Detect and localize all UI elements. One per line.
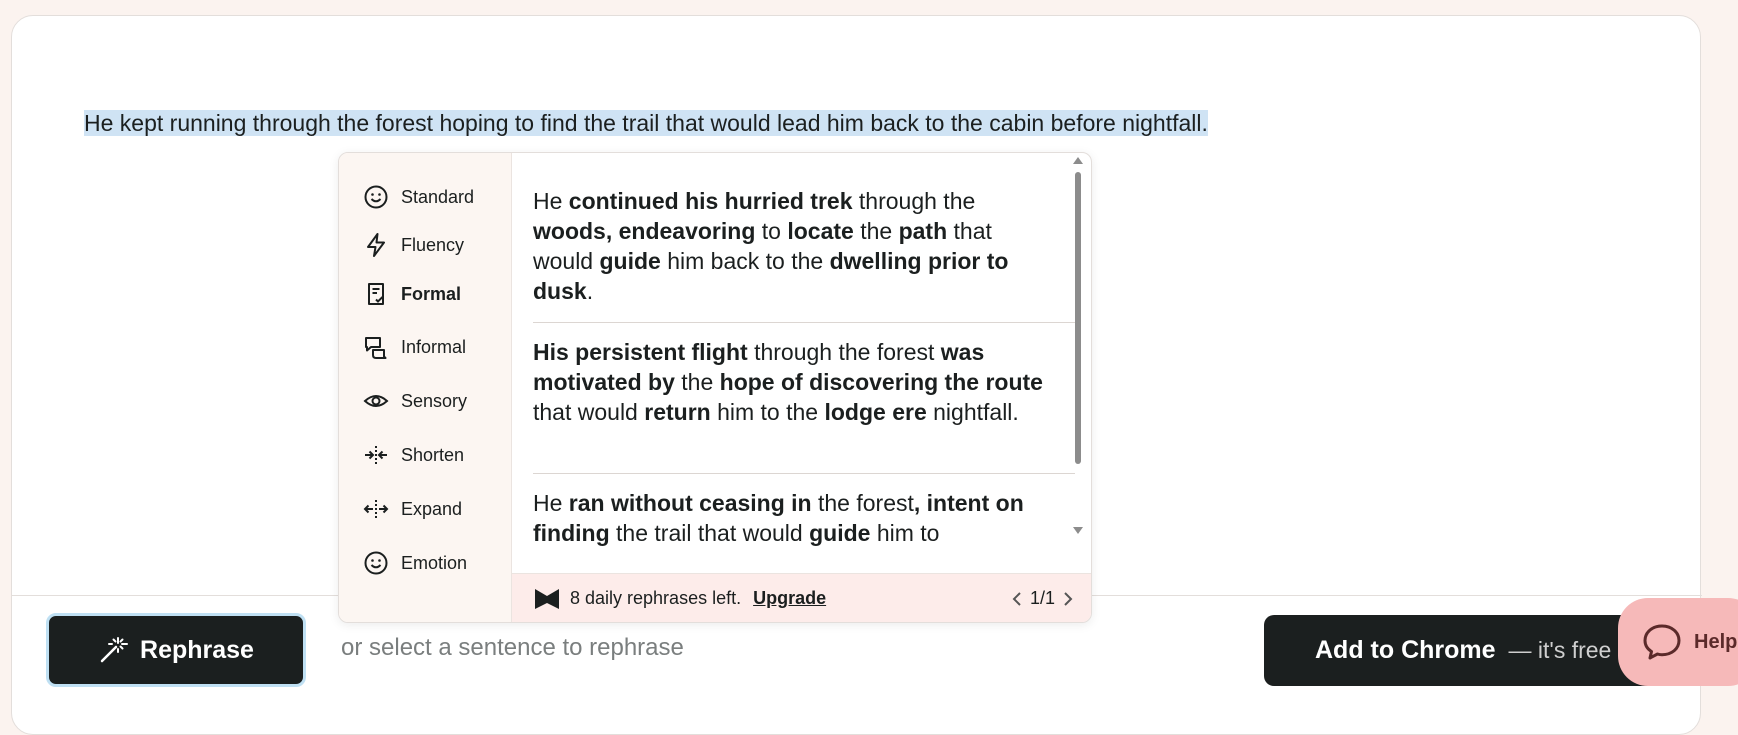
pager: 1/1	[1012, 588, 1073, 609]
chevron-left-icon[interactable]	[1012, 591, 1022, 607]
mode-list: Standard Fluency Formal Informal Sensory…	[339, 153, 512, 622]
lightning-icon	[367, 233, 385, 257]
mode-informal[interactable]: Informal	[363, 332, 466, 362]
mode-label: Sensory	[401, 390, 468, 411]
changed-phrase: hope of discovering the route	[719, 369, 1043, 395]
chat-bubbles-icon	[365, 337, 387, 359]
eye-icon	[363, 395, 389, 407]
mode-standard[interactable]: Standard	[363, 182, 474, 212]
rephrase-button-label: Rephrase	[140, 635, 254, 664]
changed-phrase: path	[898, 218, 948, 244]
result-option-3[interactable]: He ran without ceasing in the forest, in…	[533, 488, 1053, 548]
mode-emotion[interactable]: Emotion	[363, 548, 467, 578]
chrome-button-label: Add to Chrome	[1315, 636, 1496, 664]
unchanged-phrase: through the forest	[747, 339, 941, 365]
expand-arrows-icon	[363, 500, 389, 518]
brand-logo-icon	[535, 588, 559, 609]
mode-expand[interactable]: Expand	[363, 494, 462, 524]
unchanged-phrase: to	[755, 218, 788, 244]
changed-phrase: guide	[809, 520, 871, 546]
result-divider	[533, 473, 1075, 474]
chevron-right-icon[interactable]	[1063, 591, 1073, 607]
unchanged-phrase: He	[533, 490, 569, 516]
mode-label: Expand	[401, 498, 463, 519]
mode-sensory[interactable]: Sensory	[363, 386, 467, 416]
unchanged-phrase: the	[674, 369, 720, 395]
result-option-1[interactable]: He continued his hurried trek through th…	[533, 186, 1053, 306]
unchanged-phrase: the	[853, 218, 899, 244]
mode-label: Formal	[401, 283, 462, 304]
unchanged-phrase: through the	[852, 188, 976, 214]
remaining-count: 8 daily rephrases left.	[570, 588, 742, 608]
changed-phrase: lodge ere	[824, 399, 927, 425]
unchanged-phrase: him to	[870, 520, 940, 546]
changed-phrase: His persistent flight	[533, 339, 748, 365]
unchanged-phrase: him back to the	[660, 248, 830, 274]
scroll-down-arrow[interactable]	[1073, 527, 1083, 534]
mode-label: Standard	[401, 186, 475, 207]
hint-text: or select a sentence to rephrase	[341, 634, 684, 661]
unchanged-phrase: nightfall.	[926, 399, 1019, 425]
changed-phrase: ran without ceasing in	[568, 490, 812, 516]
changed-phrase: continued his hurried trek	[568, 188, 853, 214]
upgrade-link[interactable]: Upgrade	[753, 588, 826, 609]
changed-phrase: guide	[599, 248, 661, 274]
unchanged-phrase: .	[586, 278, 594, 304]
mode-fluency[interactable]: Fluency	[363, 230, 464, 260]
chat-bubble-icon	[1643, 624, 1681, 660]
unchanged-phrase: the trail that would	[609, 520, 810, 546]
scrollbar-thumb[interactable]	[1075, 172, 1081, 464]
source-sentence[interactable]: He kept running through the forest hopin…	[84, 108, 1208, 138]
unchanged-phrase: the forest	[811, 490, 914, 516]
mode-label: Fluency	[401, 234, 465, 255]
results-list: He continued his hurried trek through th…	[512, 153, 1091, 573]
mode-label: Shorten	[401, 444, 465, 465]
mode-label: Emotion	[401, 552, 468, 573]
chrome-button-sublabel: — it's free	[1508, 637, 1612, 663]
smile-icon	[364, 551, 388, 575]
unchanged-phrase: that would	[533, 399, 645, 425]
rephrase-button[interactable]: Rephrase	[46, 613, 306, 687]
rephrase-popup: Standard Fluency Formal Informal Sensory…	[338, 152, 1092, 623]
shorten-arrows-icon	[365, 446, 387, 464]
scroll-up-arrow[interactable]	[1073, 157, 1083, 164]
magic-wand-icon	[100, 637, 129, 663]
help-button[interactable]: Help	[1618, 598, 1738, 686]
mode-shorten[interactable]: Shorten	[363, 440, 464, 470]
page-indicator: 1/1	[1029, 588, 1055, 608]
changed-phrase: locate	[787, 218, 854, 244]
unchanged-phrase: him to the	[710, 399, 825, 425]
mode-formal[interactable]: Formal	[363, 279, 461, 309]
document-check-icon	[368, 283, 384, 305]
result-option-2[interactable]: His persistent flight through the forest…	[533, 337, 1053, 427]
mode-label: Informal	[401, 336, 467, 357]
changed-phrase: woods, endeavoring	[533, 218, 756, 244]
help-label: Help	[1694, 630, 1738, 653]
changed-phrase: return	[644, 399, 711, 425]
smile-icon	[364, 185, 388, 209]
result-divider	[533, 322, 1075, 323]
unchanged-phrase: He	[533, 188, 569, 214]
popup-footer: 8 daily rephrases left. Upgrade 1/1	[512, 573, 1091, 622]
